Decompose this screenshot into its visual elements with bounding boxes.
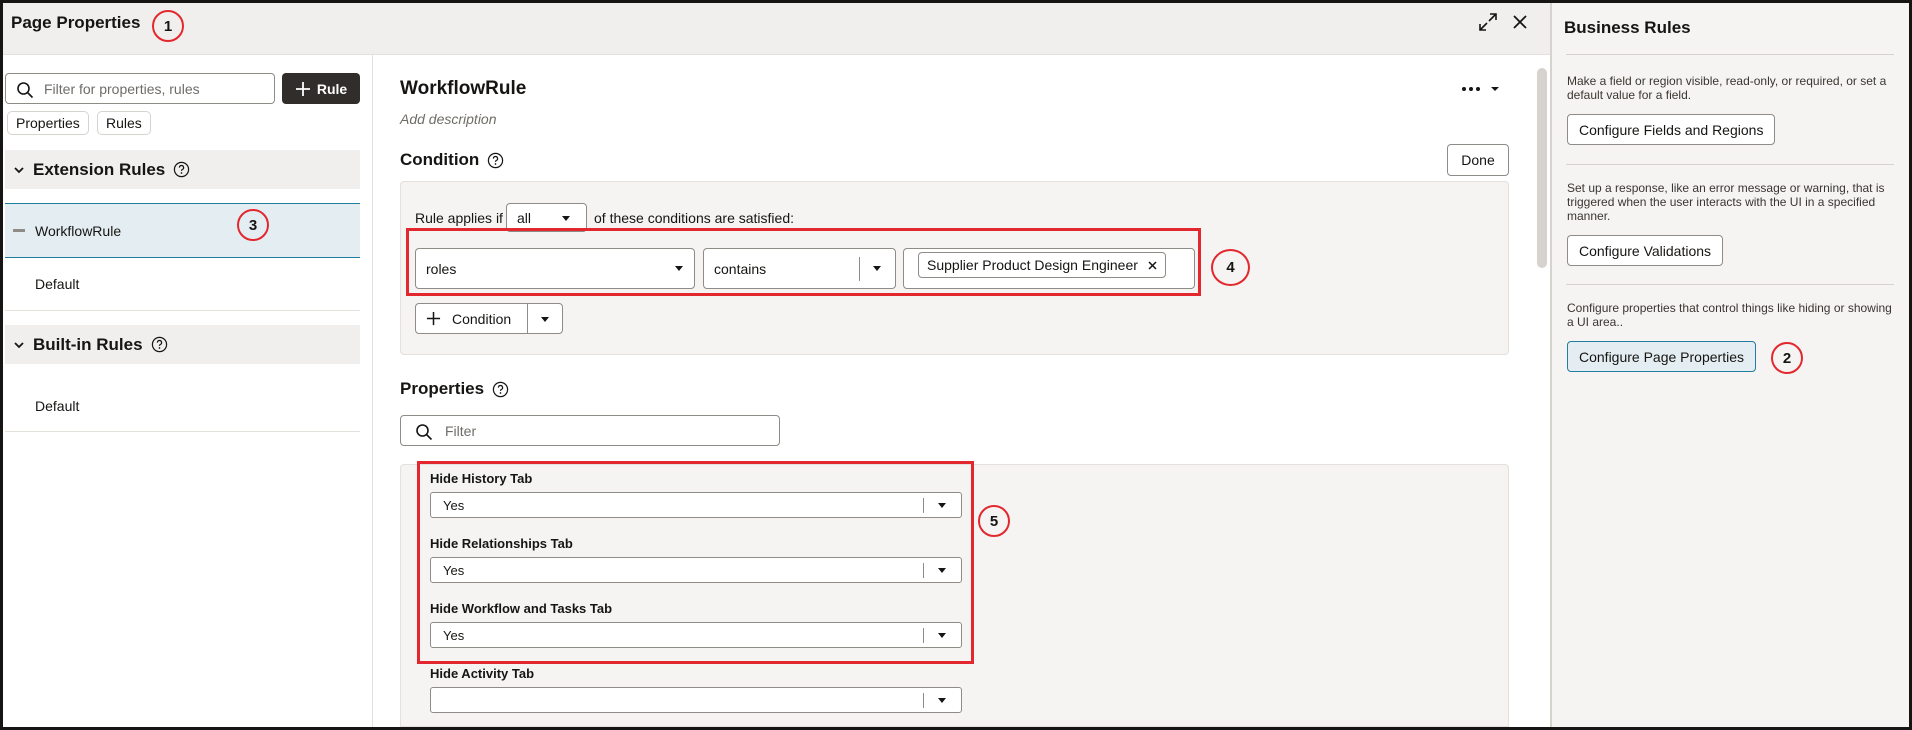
chevron-down-icon xyxy=(938,503,946,508)
rule-item-default[interactable]: Default xyxy=(5,258,360,311)
builtin-rules-header[interactable]: Built-in Rules xyxy=(5,325,360,364)
business-rules-title: Business Rules xyxy=(1564,18,1691,37)
scrollbar-thumb[interactable] xyxy=(1537,68,1547,268)
select-divider xyxy=(923,693,924,708)
search-icon xyxy=(416,424,433,441)
property-label: Hide Activity Tab xyxy=(430,666,535,681)
applies-suffix: of these conditions are satisfied: xyxy=(594,210,795,226)
applies-select[interactable]: all xyxy=(506,203,587,232)
condition-heading-row: Condition xyxy=(400,150,504,170)
properties-heading: Properties xyxy=(400,379,485,398)
business-rule-description: Set up a response, like an error message… xyxy=(1567,181,1885,223)
divider xyxy=(1566,54,1894,55)
chevron-down-icon xyxy=(562,216,570,221)
chevron-down-icon[interactable] xyxy=(541,317,549,322)
property-value: Yes xyxy=(443,627,465,643)
property-select[interactable] xyxy=(430,687,962,713)
page-title: Page Properties xyxy=(11,13,141,32)
drag-handle-icon[interactable] xyxy=(13,229,25,232)
property-label: Hide Workflow and Tasks Tab xyxy=(430,601,613,616)
chevron-down-icon xyxy=(14,166,24,173)
condition-operator-select[interactable]: contains xyxy=(703,248,896,289)
rules-filter-input[interactable] xyxy=(44,79,269,99)
condition-field-value: roles xyxy=(426,260,457,277)
divider xyxy=(1566,164,1894,165)
rules-filter-field[interactable] xyxy=(5,73,275,104)
add-rule-label: Rule xyxy=(316,80,348,97)
extension-rules-heading: Extension Rules xyxy=(33,159,166,179)
property-select[interactable]: Yes xyxy=(430,622,962,648)
properties-filter-input[interactable] xyxy=(445,421,765,441)
chevron-down-icon xyxy=(675,266,683,271)
rule-description[interactable]: Add description xyxy=(400,111,497,127)
chevron-down-icon xyxy=(873,266,881,271)
chevron-down-icon xyxy=(938,633,946,638)
rule-item-label: Default xyxy=(35,276,80,292)
help-icon[interactable] xyxy=(151,336,168,353)
condition-operator-value: contains xyxy=(714,260,767,277)
business-rule-description: Configure properties that control things… xyxy=(1567,301,1892,329)
property-label: Hide Relationships Tab xyxy=(430,536,573,551)
select-divider xyxy=(923,628,924,643)
callout-marker: 5 xyxy=(978,505,1010,537)
select-divider xyxy=(923,498,924,513)
help-icon[interactable] xyxy=(487,152,504,169)
plus-icon xyxy=(426,311,441,326)
remove-token-icon[interactable] xyxy=(1148,260,1157,270)
rule-title: WorkflowRule xyxy=(400,78,527,99)
property-value: Yes xyxy=(443,497,465,513)
divider xyxy=(1566,284,1894,285)
search-icon xyxy=(17,82,34,99)
rule-item-label: Default xyxy=(35,397,80,414)
callout-marker: 2 xyxy=(1771,342,1803,374)
rules-chip[interactable]: Rules xyxy=(97,111,151,135)
add-condition-label: Condition xyxy=(452,311,512,327)
callout-marker: 3 xyxy=(237,209,269,241)
done-button[interactable]: Done xyxy=(1447,144,1509,176)
value-token: Supplier Product Design Engineer xyxy=(918,252,1166,278)
help-icon[interactable] xyxy=(173,161,190,178)
properties-filter-field[interactable] xyxy=(400,415,780,446)
builtin-rule-item-default[interactable]: Default xyxy=(5,380,360,432)
condition-field-select[interactable]: roles xyxy=(415,248,695,289)
add-condition-button[interactable]: Condition xyxy=(415,303,563,334)
select-divider xyxy=(923,563,924,578)
configure-validations-button[interactable]: Configure Validations xyxy=(1567,235,1724,266)
property-select[interactable]: Yes xyxy=(430,492,962,518)
property-select[interactable]: Yes xyxy=(430,557,962,583)
close-icon[interactable] xyxy=(1508,10,1532,34)
chevron-down-icon xyxy=(938,698,946,703)
configure-page-properties-button[interactable]: Configure Page Properties xyxy=(1567,341,1756,372)
dialog-header xyxy=(3,3,1550,55)
callout-marker: 4 xyxy=(1211,249,1250,286)
add-rule-button[interactable]: Rule xyxy=(282,73,360,104)
chevron-down-icon xyxy=(938,568,946,573)
applies-prefix: Rule applies if xyxy=(415,210,503,226)
properties-heading-row: Properties xyxy=(400,379,509,399)
more-actions-icon[interactable] xyxy=(1460,78,1500,100)
expand-icon[interactable] xyxy=(1476,10,1500,34)
plus-icon xyxy=(295,81,310,96)
properties-chip[interactable]: Properties xyxy=(7,111,89,135)
applies-value: all xyxy=(517,209,532,226)
select-divider xyxy=(859,257,860,281)
split-button-divider xyxy=(527,304,528,333)
condition-heading: Condition xyxy=(400,150,480,169)
property-value: Yes xyxy=(443,562,465,578)
chevron-down-icon xyxy=(14,341,24,348)
builtin-rules-heading: Built-in Rules xyxy=(33,334,143,354)
rule-item-label: WorkflowRule xyxy=(35,222,122,239)
extension-rules-header[interactable]: Extension Rules xyxy=(5,150,360,189)
property-label: Hide History Tab xyxy=(430,471,533,486)
help-icon[interactable] xyxy=(492,381,509,398)
callout-marker: 1 xyxy=(152,10,184,42)
business-rule-description: Make a field or region visible, read-onl… xyxy=(1567,74,1887,102)
value-token-label: Supplier Product Design Engineer xyxy=(927,257,1138,273)
configure-fields-regions-button[interactable]: Configure Fields and Regions xyxy=(1567,114,1776,145)
rule-item-workflowrule[interactable]: WorkflowRule xyxy=(5,203,360,258)
